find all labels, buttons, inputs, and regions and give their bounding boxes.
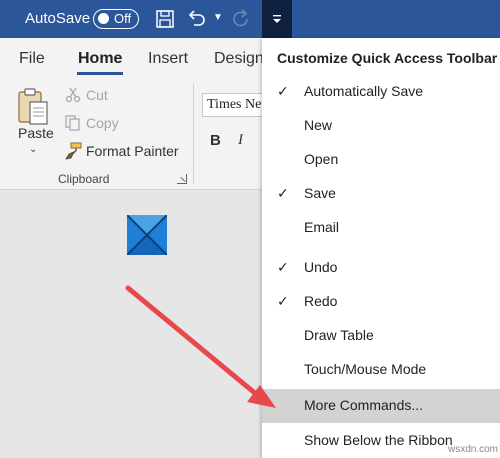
menu-item-label: Email [304, 219, 340, 235]
menu-item-more-commands[interactable]: More Commands... [262, 389, 500, 423]
menu-item-undo[interactable]: ✓ Undo [262, 251, 500, 284]
menu-item-label: New [304, 117, 333, 133]
scissors-icon [64, 86, 82, 104]
menu-item-open[interactable]: Open [262, 143, 500, 176]
menu-item-label: Automatically Save [304, 83, 424, 99]
menu-item-draw-table[interactable]: Draw Table [262, 319, 500, 352]
menu-item-label: Undo [304, 259, 338, 275]
customize-qat-button[interactable] [262, 0, 292, 38]
tab-insert[interactable]: Insert [148, 50, 188, 68]
paste-dropdown-icon[interactable]: ⌄ [29, 144, 37, 155]
menu-item-label: Redo [304, 293, 338, 309]
menu-item-label: Save [304, 185, 336, 201]
tab-home[interactable]: Home [78, 50, 122, 68]
paste-button[interactable]: Paste [18, 125, 54, 141]
watermark: wsxdn.com [448, 444, 499, 455]
bold-button[interactable]: B [210, 132, 221, 149]
group-separator [193, 84, 194, 184]
autosave-toggle-state: Off [114, 11, 132, 26]
format-painter-button[interactable]: Format Painter [64, 141, 179, 161]
menu-item-label: Touch/Mouse Mode [304, 361, 427, 377]
toggle-knob [98, 13, 109, 24]
tab-file[interactable]: File [19, 50, 45, 68]
menu-item-label: Draw Table [304, 327, 374, 343]
autosave-toggle[interactable]: Off [93, 9, 139, 29]
format-painter-label: Format Painter [86, 143, 179, 159]
menu-title: Customize Quick Access Toolbar [277, 50, 498, 66]
dialog-launcher-icon[interactable] [177, 174, 187, 184]
tab-design[interactable]: Design [214, 50, 264, 68]
menu-item-touch-mouse-mode[interactable]: Touch/Mouse Mode [262, 353, 500, 386]
menu-item-save[interactable]: ✓ Save [262, 177, 500, 210]
undo-dropdown-icon[interactable]: ▼ [213, 12, 223, 23]
customize-qat-menu: Customize Quick Access Toolbar ✓ Automat… [262, 38, 500, 458]
italic-button[interactable]: I [238, 132, 243, 149]
active-tab-indicator [77, 72, 123, 75]
copy-button[interactable]: Copy [64, 113, 119, 133]
customize-dropdown-icon [273, 15, 281, 23]
check-icon: ✓ [277, 259, 289, 275]
menu-item-redo[interactable]: ✓ Redo [262, 285, 500, 318]
ribbon: Paste ⌄ Cut Copy Format Painter Clipboar… [0, 76, 262, 190]
floppy-disk-icon[interactable] [153, 8, 177, 30]
undo-icon[interactable] [184, 8, 208, 30]
menu-item-automatically-save[interactable]: ✓ Automatically Save [262, 75, 500, 108]
clipboard-icon[interactable] [17, 86, 51, 126]
redo-icon[interactable] [229, 8, 253, 30]
check-icon: ✓ [277, 185, 289, 201]
copy-icon [64, 114, 82, 132]
title-bar: AutoSave Off ▼ [0, 0, 500, 38]
clipboard-group-label: Clipboard [58, 172, 110, 186]
check-icon: ✓ [277, 83, 289, 99]
menu-item-label: More Commands... [304, 397, 424, 413]
font-name-field[interactable]: Times New Roman [202, 93, 262, 117]
menu-item-label: Open [304, 151, 339, 167]
ribbon-tabs: File Home Insert Design [0, 38, 264, 76]
cut-button[interactable]: Cut [64, 85, 108, 105]
check-icon: ✓ [277, 293, 289, 309]
menu-item-new[interactable]: New [262, 109, 500, 142]
windows-logo-icon [126, 214, 168, 256]
copy-label: Copy [86, 115, 119, 131]
autosave-label: AutoSave [25, 10, 91, 27]
cut-label: Cut [86, 87, 108, 103]
paintbrush-icon [64, 142, 82, 160]
menu-item-email[interactable]: Email [262, 211, 500, 244]
menu-item-label: Show Below the Ribbon [304, 432, 453, 448]
